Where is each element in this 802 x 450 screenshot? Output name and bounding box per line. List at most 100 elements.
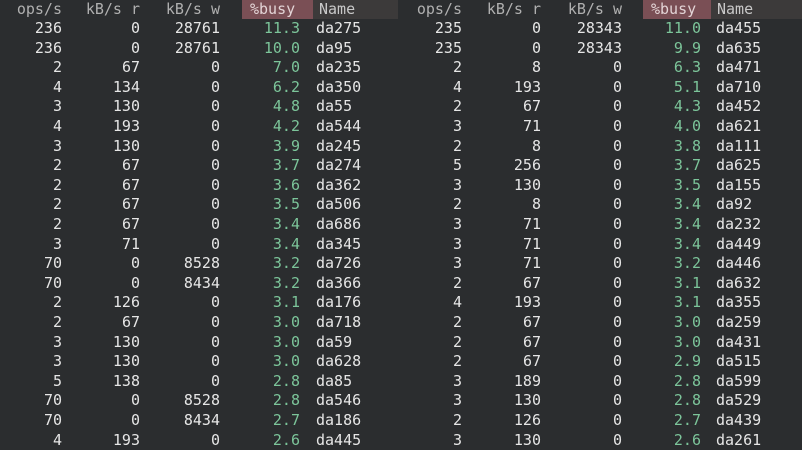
table-row: 2 67 0 3.6 da362 3 130 0 3.5 da155 <box>0 176 802 195</box>
table-row: 2 67 0 7.0 da235 2 8 0 6.3 da471 <box>0 58 802 77</box>
busy-percent-value: 3.4 <box>272 235 300 253</box>
busy-percent-value: 3.2 <box>272 254 300 272</box>
busy-percent-value: 3.4 <box>673 235 701 253</box>
kb-read-value: 0 <box>130 19 140 37</box>
kb-write-value: 8434 <box>183 274 220 292</box>
header-kb-write-right[interactable]: kB/s w <box>542 0 622 19</box>
kb-write-value: 0 <box>612 78 622 96</box>
header-busy-right[interactable]: %busy <box>643 0 711 19</box>
busy-percent-value: 3.0 <box>673 313 701 331</box>
disk-name: da261 <box>716 431 762 449</box>
busy-percent-value: 3.0 <box>272 352 300 370</box>
kb-write-value: 0 <box>612 333 622 351</box>
disk-name: da471 <box>716 58 762 76</box>
kb-write-value: 0 <box>612 156 622 174</box>
kb-write-value: 0 <box>210 78 220 96</box>
disk-name: da235 <box>316 58 362 76</box>
disk-name: da625 <box>716 156 762 174</box>
ops-value: 2 <box>452 313 462 331</box>
kb-write-value: 0 <box>210 235 220 253</box>
disk-name: da455 <box>716 19 762 37</box>
disk-name: da176 <box>316 293 362 311</box>
kb-write-value: 0 <box>612 431 622 449</box>
kb-write-value: 0 <box>210 117 220 135</box>
disk-name: da452 <box>716 97 762 115</box>
kb-write-value: 0 <box>210 313 220 331</box>
kb-read-value: 67 <box>522 333 541 351</box>
ops-value: 3 <box>52 352 62 370</box>
kb-read-value: 67 <box>121 58 140 76</box>
busy-percent-value: 3.6 <box>272 176 300 194</box>
ops-value: 2 <box>52 156 62 174</box>
kb-read-value: 193 <box>112 431 140 449</box>
kb-read-value: 71 <box>522 117 541 135</box>
header-ops-right[interactable]: ops/s <box>398 0 462 19</box>
kb-write-value: 28343 <box>576 39 622 57</box>
kb-read-value: 130 <box>513 176 541 194</box>
kb-write-value: 28761 <box>174 39 220 57</box>
disk-name: da92 <box>716 195 753 213</box>
header-ops-left[interactable]: ops/s <box>0 0 62 19</box>
ops-value: 4 <box>52 78 62 96</box>
busy-percent-value: 4.0 <box>673 117 701 135</box>
ops-value: 235 <box>434 39 462 57</box>
ops-value: 2 <box>452 274 462 292</box>
kb-read-value: 130 <box>112 97 140 115</box>
table-row: 2 67 0 3.0 da718 2 67 0 3.0 da259 <box>0 313 802 332</box>
ops-value: 2 <box>452 137 462 155</box>
disk-name: da439 <box>716 411 762 429</box>
table-row: 2 67 0 3.5 da506 2 8 0 3.4 da92 <box>0 195 802 214</box>
header-name-right[interactable]: Name <box>711 0 802 19</box>
disk-name: da529 <box>716 391 762 409</box>
disk-name: da431 <box>716 333 762 351</box>
disk-name: da245 <box>316 137 362 155</box>
disk-name: da95 <box>316 39 353 57</box>
disk-name: da718 <box>316 313 362 331</box>
kb-read-value: 67 <box>121 215 140 233</box>
kb-write-value: 0 <box>210 176 220 194</box>
table-row: 70 0 8434 3.2 da366 2 67 0 3.1 da632 <box>0 274 802 293</box>
busy-percent-value: 11.3 <box>263 19 300 37</box>
busy-percent-value: 9.9 <box>673 39 701 57</box>
table-row: 3 130 0 3.0 da628 2 67 0 2.9 da515 <box>0 352 802 371</box>
kb-write-value: 0 <box>210 97 220 115</box>
header-kb-read-right[interactable]: kB/s r <box>463 0 541 19</box>
kb-write-value: 8528 <box>183 254 220 272</box>
header-name-left[interactable]: Name <box>313 0 398 19</box>
table-row: 236 0 28761 10.0 da95 235 0 28343 9.9 da635 <box>0 39 802 58</box>
ops-value: 3 <box>452 431 462 449</box>
terminal-window: ops/s kB/s r kB/s w %busy Name ops/s kB/… <box>0 0 802 449</box>
ops-value: 4 <box>452 293 462 311</box>
busy-percent-value: 2.8 <box>272 372 300 390</box>
ops-value: 2 <box>452 195 462 213</box>
disk-name: da155 <box>716 176 762 194</box>
disk-name: da59 <box>316 333 353 351</box>
table-row: 4 193 0 2.6 da445 3 130 0 2.6 da261 <box>0 431 802 450</box>
header-kb-write-left[interactable]: kB/s w <box>141 0 220 19</box>
disk-name: da515 <box>716 352 762 370</box>
busy-percent-value: 11.0 <box>664 19 701 37</box>
header-kb-read-left[interactable]: kB/s r <box>64 0 140 19</box>
busy-percent-value: 2.6 <box>272 431 300 449</box>
busy-percent-value: 2.7 <box>673 411 701 429</box>
kb-write-value: 0 <box>210 352 220 370</box>
kb-write-value: 0 <box>612 235 622 253</box>
kb-write-value: 0 <box>612 137 622 155</box>
ops-value: 236 <box>34 19 62 37</box>
kb-write-value: 0 <box>210 137 220 155</box>
busy-percent-value: 3.7 <box>272 156 300 174</box>
table-row: 3 71 0 3.4 da345 3 71 0 3.4 da449 <box>0 235 802 254</box>
kb-read-value: 189 <box>513 372 541 390</box>
ops-value: 3 <box>452 215 462 233</box>
header-busy-left[interactable]: %busy <box>242 0 313 19</box>
kb-read-value: 71 <box>121 235 140 253</box>
ops-value: 4 <box>452 78 462 96</box>
busy-percent-value: 3.0 <box>272 333 300 351</box>
ops-value: 4 <box>52 117 62 135</box>
busy-percent-value: 3.0 <box>673 333 701 351</box>
kb-read-value: 126 <box>112 293 140 311</box>
ops-value: 2 <box>452 352 462 370</box>
kb-read-value: 130 <box>112 333 140 351</box>
table-row: 70 0 8528 2.8 da546 3 130 0 2.8 da529 <box>0 391 802 410</box>
disk-name: da710 <box>716 78 762 96</box>
